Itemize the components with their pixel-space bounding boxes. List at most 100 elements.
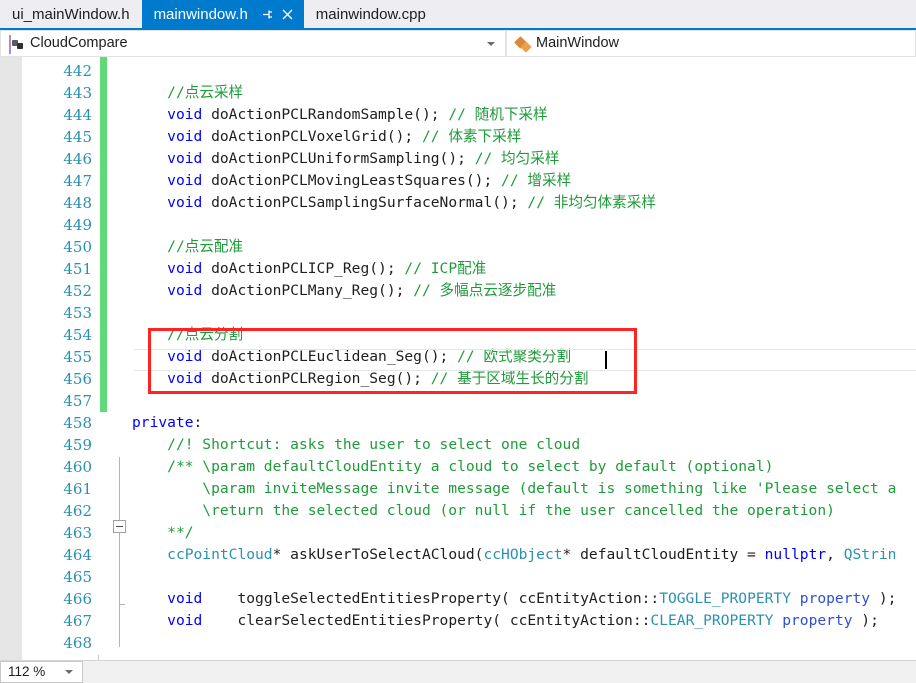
line-number: 443 bbox=[63, 84, 92, 102]
project-file-icon bbox=[9, 34, 25, 54]
code-token: : bbox=[193, 414, 203, 431]
code-token: // 增采样 bbox=[501, 172, 572, 189]
code-token: ); bbox=[870, 590, 897, 607]
text-caret bbox=[605, 351, 607, 369]
chevron-down-icon[interactable] bbox=[487, 41, 495, 46]
zoom-level-dropdown[interactable]: 112 % bbox=[0, 661, 83, 683]
line-number: 448 bbox=[63, 194, 92, 212]
code-line[interactable]: void doActionPCLVoxelGrid(); // 体素下采样 bbox=[132, 126, 521, 148]
chevron-down-icon[interactable] bbox=[65, 670, 73, 674]
code-line[interactable]: void doActionPCLMovingLeastSquares(); //… bbox=[132, 170, 571, 192]
navigation-bar: CloudCompare MainWindow bbox=[0, 30, 916, 57]
member-selector-dropdown[interactable]: MainWindow bbox=[506, 30, 916, 57]
code-token: void bbox=[167, 194, 203, 211]
tab-label: ui_mainWindow.h bbox=[12, 5, 130, 23]
line-number: 454 bbox=[63, 326, 92, 344]
code-token: CLEAR_PROPERTY bbox=[650, 612, 774, 629]
code-token: ccPointCloud bbox=[167, 546, 273, 563]
code-line[interactable]: void clearSelectedEntitiesProperty( ccEn… bbox=[132, 610, 879, 632]
line-number: 467 bbox=[63, 612, 92, 630]
code-line[interactable]: void doActionPCLUniformSampling(); // 均匀… bbox=[132, 148, 559, 170]
code-token: doActionPCLVoxelGrid(); bbox=[202, 128, 422, 145]
code-line[interactable]: void doActionPCLRandomSample(); // 随机下采样 bbox=[132, 104, 548, 126]
close-icon[interactable] bbox=[278, 3, 298, 25]
code-token: void bbox=[167, 172, 203, 189]
code-line[interactable]: ccPointCloud* askUserToSelectACloud(ccHO… bbox=[132, 544, 896, 566]
line-number: 455 bbox=[63, 348, 92, 366]
code-editor[interactable]: 442 443 //点云采样 444 void doActionPCLRandomS… bbox=[0, 57, 916, 660]
code-token: // 多幅点云逐步配准 bbox=[413, 282, 557, 299]
code-token: //点云分割 bbox=[167, 326, 244, 343]
code-token: ); bbox=[852, 612, 879, 629]
code-token: // ICP配准 bbox=[404, 260, 487, 277]
code-token: // 基于区域生长的分割 bbox=[430, 370, 589, 387]
code-line[interactable]: \param inviteMessage invite message (def… bbox=[132, 478, 896, 500]
current-line-highlight bbox=[134, 349, 916, 371]
project-selector-dropdown[interactable]: CloudCompare bbox=[0, 30, 506, 57]
code-token: nullptr bbox=[764, 546, 827, 563]
code-token: doActionPCLRandomSample(); bbox=[202, 106, 449, 123]
code-token: // 随机下采样 bbox=[448, 106, 548, 123]
line-number: 459 bbox=[63, 436, 92, 454]
line-number: 446 bbox=[63, 150, 92, 168]
code-token: void bbox=[167, 590, 203, 607]
editor-tab-bar: ui_mainWindow.h mainwindow.h mainwindow.… bbox=[0, 0, 916, 30]
code-token: void bbox=[167, 260, 203, 277]
line-number: 450 bbox=[63, 238, 92, 256]
code-line[interactable]: void doActionPCLSamplingSurfaceNormal();… bbox=[132, 192, 656, 214]
code-token: \param inviteMessage invite message (def… bbox=[202, 480, 897, 497]
code-token: // 均匀采样 bbox=[474, 150, 560, 167]
line-number: 460 bbox=[63, 458, 92, 476]
tab-mainwindow-h[interactable]: mainwindow.h bbox=[141, 0, 304, 28]
tab-label: mainwindow.h bbox=[153, 5, 248, 23]
line-number: 466 bbox=[63, 590, 92, 608]
code-line[interactable]: private: bbox=[132, 412, 202, 434]
code-line[interactable]: //! Shortcut: asks the user to select on… bbox=[132, 434, 580, 456]
tab-mainwindow-cpp[interactable]: mainwindow.cpp bbox=[303, 0, 438, 28]
code-line[interactable]: //点云分割 bbox=[132, 324, 243, 346]
code-line[interactable]: **/ bbox=[132, 522, 194, 544]
line-number: 458 bbox=[63, 414, 92, 432]
outlining-guide-line bbox=[119, 457, 120, 647]
code-line[interactable]: void doActionPCLMany_Reg(); // 多幅点云逐步配准 bbox=[132, 280, 556, 302]
code-token: **/ bbox=[167, 524, 194, 541]
code-token: doActionPCLRegion_Seg(); bbox=[202, 370, 431, 387]
code-line[interactable]: void doActionPCLICP_Reg(); // ICP配准 bbox=[132, 258, 486, 280]
code-line[interactable]: //点云配准 bbox=[132, 236, 243, 258]
code-token: void bbox=[167, 150, 203, 167]
code-line[interactable]: \return the selected cloud (or null if t… bbox=[132, 500, 835, 522]
code-line[interactable]: void doActionPCLRegion_Seg(); // 基于区域生长的… bbox=[132, 368, 588, 390]
code-token: doActionPCLICP_Reg(); bbox=[202, 260, 405, 277]
line-number: 456 bbox=[63, 370, 92, 388]
code-line[interactable]: /** \param defaultCloudEntity a cloud to… bbox=[132, 456, 773, 478]
line-number: 452 bbox=[63, 282, 92, 300]
selection-margin[interactable] bbox=[0, 57, 22, 660]
pin-icon[interactable] bbox=[258, 3, 278, 25]
outlining-gutter[interactable] bbox=[108, 57, 132, 660]
code-line[interactable]: void toggleSelectedEntitiesProperty( ccE… bbox=[132, 588, 896, 610]
code-token: doActionPCLUniformSampling(); bbox=[202, 150, 475, 167]
change-bar-indicator bbox=[100, 57, 107, 412]
line-number: 445 bbox=[63, 128, 92, 146]
code-token: property bbox=[791, 590, 871, 607]
code-token: * askUserToSelectACloud( bbox=[272, 546, 484, 563]
code-token: * defaultCloudEntity = bbox=[562, 546, 765, 563]
outlining-collapse-toggle[interactable] bbox=[113, 520, 126, 533]
code-line[interactable]: //点云采样 bbox=[132, 82, 243, 104]
member-selector-value: MainWindow bbox=[536, 35, 619, 52]
code-token: private bbox=[132, 414, 194, 431]
visual-studio-editor-window: ui_mainWindow.h mainwindow.h mainwindow.… bbox=[0, 0, 916, 683]
code-token: doActionPCLSamplingSurfaceNormal(); bbox=[202, 194, 528, 211]
code-token: // 体素下采样 bbox=[421, 128, 522, 145]
tab-ui-mainwindow-h[interactable]: ui_mainWindow.h bbox=[0, 0, 142, 28]
